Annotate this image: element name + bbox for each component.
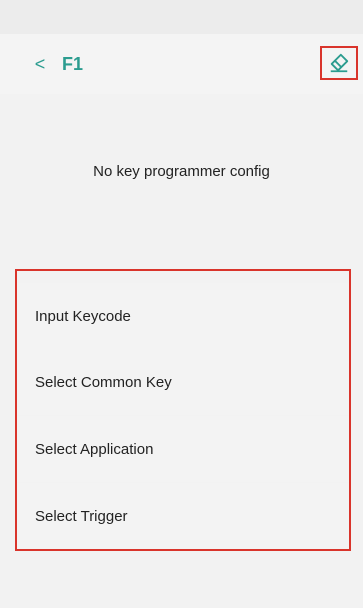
menu-item-select-application[interactable]: Select Application	[17, 416, 349, 482]
menu-item-label: Select Trigger	[35, 507, 128, 525]
back-arrow-icon: <	[34, 53, 46, 74]
menu-item-label: Select Application	[35, 440, 154, 458]
key-config-options: Input Keycode Select Common Key Select A…	[15, 269, 351, 551]
menu-item-input-keycode[interactable]: Input Keycode	[17, 283, 349, 349]
menu-item-label: Select Common Key	[35, 373, 172, 391]
menu-item-label: Input Keycode	[35, 307, 131, 325]
top-app-bar: < F1	[0, 34, 363, 94]
app-screen: < F1 No key programmer config Input Keyc…	[0, 0, 363, 608]
clear-config-button[interactable]	[320, 46, 358, 80]
eraser-icon	[330, 53, 349, 73]
menu-item-select-common-key[interactable]: Select Common Key	[17, 349, 349, 415]
menu-item-select-trigger[interactable]: Select Trigger	[17, 483, 349, 549]
back-button[interactable]: <	[28, 52, 52, 76]
page-title: F1	[62, 54, 84, 74]
status-bar	[0, 0, 363, 34]
empty-config-message: No key programmer config	[93, 163, 270, 180]
